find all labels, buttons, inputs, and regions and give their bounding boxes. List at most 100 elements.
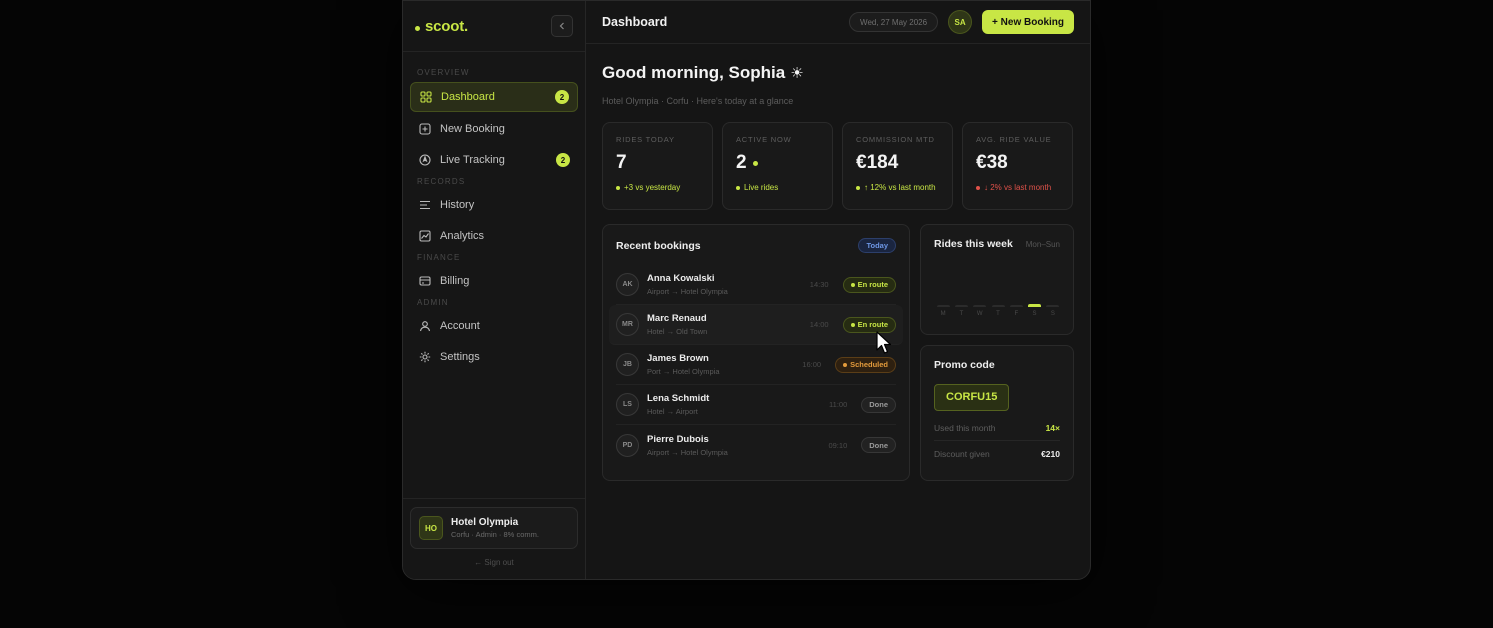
promo-used-value: 14× bbox=[1045, 422, 1060, 433]
stat-delta: ↓ 2% vs last month bbox=[976, 183, 1059, 192]
chevron-left-icon bbox=[559, 22, 564, 30]
dashboard-content: Good morning, Sophia ☀ Hotel Olympia · C… bbox=[586, 44, 1090, 481]
booking-route: Hotel → Old Town bbox=[647, 327, 708, 336]
live-dot-icon bbox=[752, 160, 758, 166]
section-label-overview: OVERVIEW bbox=[417, 68, 470, 77]
sidebar-item-account[interactable]: Account bbox=[410, 312, 578, 340]
sidebar-item-label: Analytics bbox=[440, 230, 485, 242]
list-icon bbox=[418, 199, 431, 212]
booking-name: Anna Kowalski bbox=[647, 273, 715, 284]
promo-discount-row: Discount given €210 bbox=[934, 441, 1060, 467]
stat-delta: +3 vs yesterday bbox=[616, 183, 699, 192]
sidebar-item-live-tracking[interactable]: Live Tracking 2 bbox=[410, 146, 578, 174]
sidebar-item-billing[interactable]: Billing bbox=[410, 267, 578, 295]
section-label-records: RECORDS bbox=[417, 177, 466, 186]
dot-icon bbox=[616, 185, 620, 190]
chart-bar-2 bbox=[973, 305, 987, 307]
chart-bar-5 bbox=[1028, 303, 1042, 307]
hotel-card[interactable]: HO Hotel Olympia Corfu · Admin · 8% comm… bbox=[410, 507, 578, 549]
sidebar-item-label: Dashboard bbox=[441, 91, 495, 103]
rides-this-week-panel: Rides this week Mon–Sun M T W T F S S bbox=[920, 224, 1074, 335]
booking-row[interactable]: LS Lena Schmidt Hotel → Airport 11:00 Don… bbox=[616, 385, 896, 425]
booking-route: Hotel → Airport bbox=[647, 407, 698, 416]
stat-value: 2 bbox=[736, 152, 819, 174]
week-range: Mon–Sun bbox=[1025, 239, 1060, 249]
app-window: scoot. OVERVIEW Dashboard 2 New Booking bbox=[402, 0, 1091, 580]
status-badge: Done bbox=[861, 396, 896, 413]
date-pill: Wed, 27 May 2026 bbox=[849, 12, 939, 32]
recent-bookings-panel: Recent bookings Today AK Anna Kowalski Ai… bbox=[602, 224, 910, 481]
dot-icon bbox=[850, 282, 855, 287]
sidebar-item-label: History bbox=[440, 199, 475, 211]
chart-day-label: T bbox=[996, 311, 1000, 317]
chart-bar-4 bbox=[1009, 305, 1023, 307]
panel-title: Rides this week bbox=[934, 238, 1013, 250]
booking-name: Pierre Dubois bbox=[647, 433, 709, 445]
today-filter-badge[interactable]: Today bbox=[858, 238, 896, 253]
sidebar: scoot. OVERVIEW Dashboard 2 New Booking bbox=[403, 1, 586, 579]
sidebar-item-dashboard[interactable]: Dashboard 2 bbox=[410, 82, 578, 112]
status-text: Scheduled bbox=[850, 360, 888, 369]
stat-value: 7 bbox=[616, 152, 699, 174]
sidebar-item-new-booking[interactable]: New Booking bbox=[410, 115, 578, 143]
greeting-title: Good morning, Sophia bbox=[602, 63, 786, 82]
nav-badge: 2 bbox=[556, 153, 570, 167]
panel-title: Recent bookings bbox=[616, 239, 701, 252]
brand-row: scoot. bbox=[403, 1, 585, 52]
panel-header: Recent bookings Today bbox=[616, 238, 896, 253]
booking-row[interactable]: MR Marc Renaud Hotel → Old Town 14:00 En … bbox=[609, 305, 903, 345]
status-badge: Scheduled bbox=[835, 356, 896, 373]
chart-day-label: S bbox=[1050, 311, 1055, 317]
collapse-sidebar-button[interactable] bbox=[551, 15, 573, 37]
stat-value-text: €184 bbox=[856, 152, 899, 173]
chart-bar-1 bbox=[954, 305, 968, 307]
booking-route: Airport → Hotel Olympia bbox=[647, 447, 728, 457]
hotel-avatar: HO bbox=[419, 516, 443, 540]
right-column: Rides this week Mon–Sun M T W T F S S Promo co… bbox=[920, 224, 1074, 481]
sidebar-item-settings[interactable]: Settings bbox=[410, 343, 578, 371]
booking-row[interactable]: PD Pierre Dubois Airport → Hotel Olympia … bbox=[616, 425, 896, 465]
sidebar-item-analytics[interactable]: Analytics bbox=[410, 222, 578, 250]
greeting-subline: Hotel Olympia · Corfu · Here's today at … bbox=[602, 96, 794, 106]
avatar: AK bbox=[616, 273, 639, 296]
user-avatar[interactable]: SA bbox=[948, 10, 973, 34]
new-booking-button[interactable]: + New Booking bbox=[982, 10, 1074, 34]
status-badge: Done bbox=[861, 437, 896, 453]
lower-panels: Recent bookings Today AK Anna Kowalski Ai… bbox=[602, 224, 1074, 481]
sidebar-item-label: Live Tracking bbox=[440, 154, 505, 166]
stat-delta-text: Live rides bbox=[744, 183, 779, 192]
dot-icon bbox=[856, 185, 860, 190]
chart-bar-6 bbox=[1046, 305, 1060, 307]
section-label-finance: FINANCE bbox=[417, 253, 461, 262]
stat-card-active-now: ACTIVE NOW 2 Live rides bbox=[722, 122, 833, 210]
sidebar-item-label: Settings bbox=[440, 351, 480, 363]
stat-delta-text: ↑ 12% vs last month bbox=[864, 183, 936, 192]
stat-delta: Live rides bbox=[736, 183, 819, 192]
hotel-meta: Corfu · Admin · 8% comm. bbox=[451, 530, 539, 539]
chart-bar-3 bbox=[991, 305, 1005, 307]
card-icon bbox=[418, 275, 431, 288]
booking-row[interactable]: JB James Brown Port → Hotel Olympia 16:00… bbox=[616, 345, 896, 385]
booking-row[interactable]: AK Anna Kowalski Airport → Hotel Olympia … bbox=[616, 265, 896, 305]
brand-logo[interactable]: scoot. bbox=[415, 18, 468, 35]
page-title: Dashboard bbox=[602, 15, 668, 29]
hotel-name: Hotel Olympia bbox=[451, 517, 519, 528]
promo-discount-value: €210 bbox=[1041, 449, 1060, 459]
booking-time: 16:00 bbox=[802, 360, 822, 369]
booking-time: 14:00 bbox=[809, 320, 829, 329]
promo-used-row: Used this month 14× bbox=[934, 415, 1060, 441]
stat-card-avg-ride-value: AVG. RIDE VALUE €38 ↓ 2% vs last month bbox=[962, 122, 1073, 210]
stat-card-rides-today: RIDES TODAY 7 +3 vs yesterday bbox=[602, 122, 713, 210]
status-text: Done bbox=[869, 400, 888, 409]
sign-out-link[interactable]: ← Sign out bbox=[410, 558, 578, 567]
stat-label: RIDES TODAY bbox=[616, 135, 675, 144]
promo-code-chip[interactable]: CORFU15 bbox=[934, 384, 1010, 411]
chart-icon bbox=[418, 230, 431, 243]
sidebar-item-history[interactable]: History bbox=[410, 191, 578, 219]
panel-header: Rides this week Mon–Sun bbox=[934, 238, 1060, 250]
brand-dot-icon bbox=[415, 26, 420, 31]
chart-day-label: T bbox=[959, 311, 964, 317]
booking-time: 11:00 bbox=[829, 400, 848, 409]
stat-value: €38 bbox=[976, 152, 1059, 174]
stat-value-text: 2 bbox=[736, 152, 747, 173]
